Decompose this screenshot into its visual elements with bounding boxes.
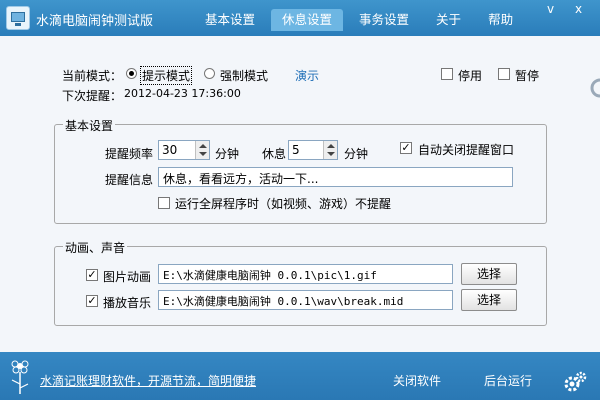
- image-animation-checkbox[interactable]: ✓: [86, 269, 98, 281]
- frequency-value: 30: [162, 143, 178, 157]
- media-group: 动画、声音: [54, 239, 547, 326]
- play-music-label: 播放音乐: [103, 296, 152, 310]
- select-music-button[interactable]: 选择: [461, 289, 517, 311]
- rest-label: 休息: [262, 147, 287, 161]
- demo-link[interactable]: 演示: [295, 67, 319, 84]
- select-image-button[interactable]: 选择: [461, 263, 517, 285]
- app-monitor-icon: [6, 6, 30, 30]
- spin-down-icon[interactable]: [199, 152, 207, 156]
- rest-spin-arrows[interactable]: [323, 141, 337, 159]
- pause-label: 暂停: [515, 69, 540, 83]
- basic-settings-title: 基本设置: [63, 117, 116, 134]
- tab-basic-settings[interactable]: 基本设置: [194, 9, 266, 31]
- tab-affairs-settings[interactable]: 事务设置: [348, 9, 420, 31]
- music-path-input[interactable]: E:\水滴健康电脑闹钟 0.0.1\wav\break.mid: [158, 290, 453, 310]
- auto-close-label: 自动关闭提醒窗口: [418, 143, 515, 157]
- next-reminder-label: 下次提醒：: [62, 89, 123, 103]
- media-title: 动画、声音: [63, 239, 128, 256]
- play-music-checkbox[interactable]: ✓: [86, 295, 98, 307]
- title-bar: 水滴电脑闹钟测试版 基本设置 休息设置 事务设置 关于 帮助 v x: [0, 0, 600, 36]
- fullscreen-checkbox[interactable]: [158, 197, 170, 209]
- spin-down-icon[interactable]: [327, 152, 335, 156]
- frequency-unit: 分钟: [215, 147, 240, 161]
- rest-unit: 分钟: [344, 147, 369, 161]
- frequency-spinner[interactable]: 30: [158, 140, 210, 160]
- stop-checkbox[interactable]: [441, 68, 453, 80]
- promo-link[interactable]: 水滴记账理财软件，开源节流，简明便捷: [40, 372, 256, 389]
- settings-gears-icon[interactable]: [562, 370, 588, 396]
- force-mode-label[interactable]: 强制模式: [220, 67, 268, 84]
- close-button[interactable]: x: [575, 2, 582, 16]
- radio-force-mode[interactable]: [204, 68, 215, 79]
- image-path-input[interactable]: E:\水滴健康电脑闹钟 0.0.1\pic\1.gif: [158, 264, 453, 284]
- tab-about[interactable]: 关于: [425, 9, 472, 31]
- stop-label: 停用: [458, 69, 483, 83]
- gear-icon: [590, 78, 600, 98]
- tab-help[interactable]: 帮助: [477, 9, 524, 31]
- rest-spinner[interactable]: 5: [288, 140, 338, 160]
- rest-value: 5: [292, 143, 300, 157]
- fullscreen-label: 运行全屏程序时（如视频、游戏）不提醒: [175, 197, 392, 211]
- frequency-label: 提醒频率: [105, 147, 154, 161]
- image-animation-label: 图片动画: [103, 270, 152, 284]
- auto-close-checkbox[interactable]: ✓: [400, 142, 412, 154]
- message-input[interactable]: 休息，看看远方，活动一下...: [158, 167, 513, 187]
- minimize-button[interactable]: v: [547, 2, 554, 16]
- spin-up-icon[interactable]: [199, 144, 207, 148]
- window-title: 水滴电脑闹钟测试版: [36, 14, 154, 29]
- background-run-button[interactable]: 后台运行: [484, 372, 532, 389]
- prompt-mode-label[interactable]: 提示模式: [140, 66, 193, 85]
- mode-label: 当前模式：: [62, 69, 123, 83]
- bottom-bar: 水滴记账理财软件，开源节流，简明便捷 关闭软件 后台运行: [0, 352, 600, 400]
- radio-prompt-mode[interactable]: [126, 68, 137, 79]
- frequency-spin-arrows[interactable]: [195, 141, 209, 159]
- tab-rest-settings[interactable]: 休息设置: [271, 9, 344, 31]
- pause-checkbox[interactable]: [498, 68, 510, 80]
- message-label: 提醒信息: [105, 173, 154, 187]
- tab-bar: 基本设置 休息设置 事务设置 关于 帮助: [194, 9, 529, 31]
- spin-up-icon[interactable]: [327, 144, 335, 148]
- flower-icon: [11, 360, 29, 394]
- close-app-button[interactable]: 关闭软件: [393, 372, 441, 389]
- next-reminder-value: 2012-04-23 17:36:00: [124, 87, 241, 100]
